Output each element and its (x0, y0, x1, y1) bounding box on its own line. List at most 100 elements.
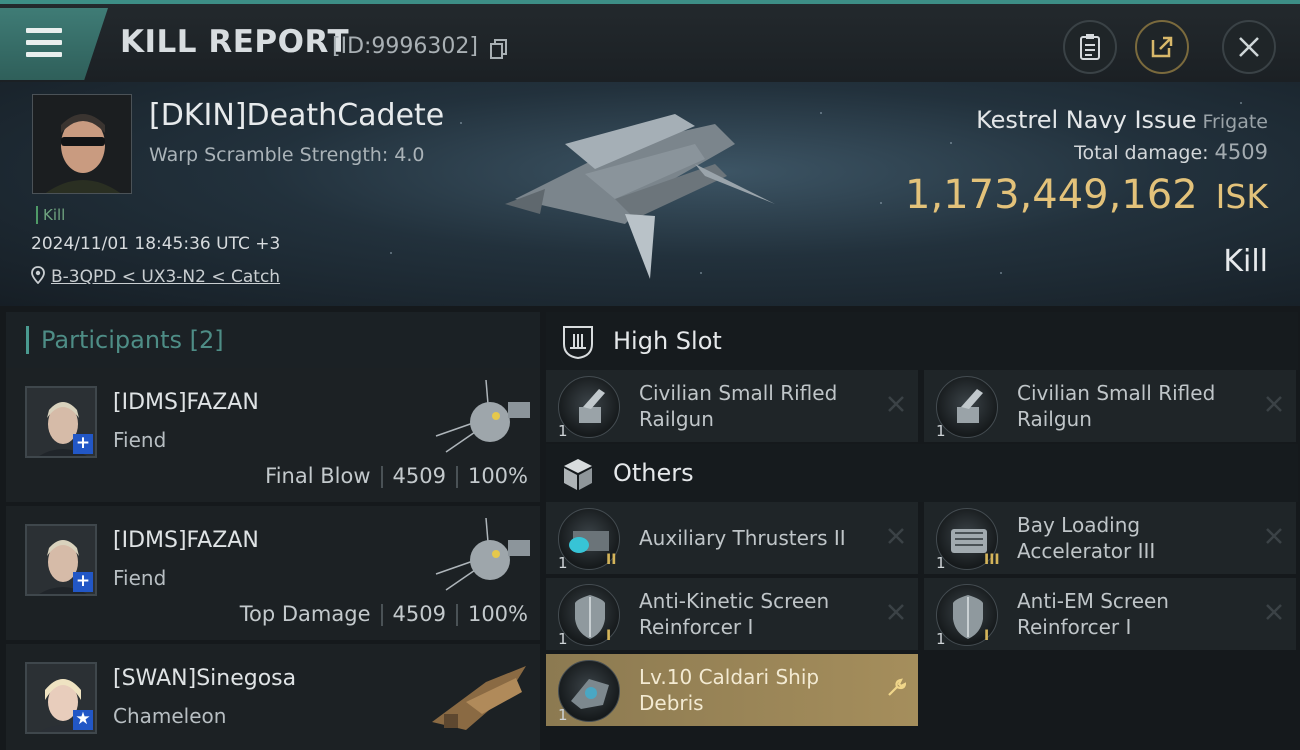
participant-percent: 100% (467, 602, 528, 626)
victim-avatar[interactable] (32, 94, 132, 194)
victim-name[interactable]: [DKIN]DeathCadete (149, 98, 444, 133)
isk-value: 1,173,449,162 ISK (905, 172, 1268, 218)
fiend-ship-icon (435, 379, 530, 453)
fiend-ship-icon (435, 517, 530, 591)
participant-card[interactable]: + [IDMS]FAZAN Fiend Final Blow 4509 100% (6, 368, 540, 502)
slot-quantity: 1 (936, 554, 946, 572)
fitting-slot[interactable]: 1 I Anti-EM Screen Reinforcer I (924, 578, 1296, 650)
slot-item-name: Civilian Small Rifled Railgun (1017, 381, 1216, 431)
participants-count: [2] (189, 326, 224, 354)
total-damage-label: Total damage: (1074, 142, 1209, 164)
participant-avatar: ★ (25, 662, 97, 734)
copy-icon[interactable] (490, 39, 508, 59)
slot-item-name: Anti-Kinetic Screen Reinforcer I (639, 589, 830, 639)
slot-quantity: 1 (936, 422, 946, 440)
result-label: Kill (1223, 244, 1268, 279)
others-label: Others (613, 459, 694, 487)
meta-level: I (984, 628, 990, 644)
others-header: Others (546, 444, 1298, 502)
share-button[interactable] (1135, 20, 1189, 74)
high-slot-header: High Slot (546, 312, 1298, 370)
slot-quantity: 1 (558, 554, 568, 572)
participant-badge: ★ (73, 710, 93, 730)
total-damage: Total damage: 4509 (1074, 140, 1268, 164)
slot-item-name: Bay Loading Accelerator III (1017, 513, 1156, 563)
fitting-slot[interactable]: 1 III Bay Loading Accelerator III (924, 502, 1296, 574)
wrench-icon[interactable] (886, 678, 906, 698)
participant-name[interactable]: [IDMS]FAZAN (113, 390, 259, 415)
share-icon (1151, 36, 1173, 58)
fitting-slot[interactable]: 1 I Anti-Kinetic Screen Reinforcer I (546, 578, 918, 650)
warp-scramble-strength: Warp Scramble Strength: 4.0 (149, 144, 425, 166)
high-slot-label: High Slot (613, 327, 722, 355)
meta-level: II (606, 552, 617, 568)
kill-tag: Kill (36, 206, 65, 224)
participants-header: Participants [2] (6, 312, 540, 368)
clipboard-button[interactable] (1063, 20, 1117, 74)
close-button[interactable] (1222, 20, 1276, 74)
participant-stats: Top Damage 4509 100% (240, 602, 528, 626)
participant-badge: + (73, 434, 93, 454)
participant-ship: Fiend (113, 428, 167, 452)
participant-stats: Final Blow 4509 100% (265, 464, 528, 488)
participant-damage: 4509 (392, 602, 446, 626)
participant-role: Final Blow (265, 464, 371, 488)
participant-ship: Fiend (113, 566, 167, 590)
report-id: [ID:9996302] (332, 34, 478, 59)
slot-item-name: Auxiliary Thrusters II (639, 526, 846, 550)
participant-name[interactable]: [IDMS]FAZAN (113, 528, 259, 553)
isk-unit: ISK (1215, 177, 1268, 216)
clipboard-icon (1080, 34, 1100, 60)
slot-quantity: 1 (936, 630, 946, 648)
hamburger-icon (26, 28, 62, 58)
top-bar: KILL REPORT [ID:9996302] (0, 0, 1300, 82)
victim-ship-image (505, 114, 775, 279)
slot-item-name: Civilian Small Rifled Railgun (639, 381, 838, 431)
high-slot-icon (563, 326, 593, 360)
participant-avatar: + (25, 386, 97, 458)
x-icon[interactable] (886, 526, 906, 546)
x-icon[interactable] (886, 602, 906, 622)
participant-damage: 4509 (392, 464, 446, 488)
participants-title: Participants (41, 326, 182, 354)
slot-quantity: 1 (558, 706, 568, 724)
participant-role: Top Damage (239, 602, 371, 626)
x-icon[interactable] (1264, 602, 1284, 622)
meta-level: III (984, 552, 1000, 568)
participant-card[interactable]: + [IDMS]FAZAN Fiend Top Damage 4509 100% (6, 506, 540, 640)
slot-item-name: Lv.10 Caldari Ship Debris (639, 665, 820, 715)
close-icon (1239, 37, 1259, 57)
kill-datetime: 2024/11/01 18:45:36 UTC +3 (31, 234, 281, 254)
victim-portrait-icon (33, 95, 131, 193)
fitting-slot[interactable]: 1 II Auxiliary Thrusters II (546, 502, 918, 574)
fitting-slot[interactable]: 1 Civilian Small Rifled Railgun (546, 370, 918, 442)
victim-banner: [DKIN]DeathCadete Warp Scramble Strength… (0, 82, 1300, 306)
kill-location[interactable]: B-3QPD < UX3-N2 < Catch (31, 266, 280, 287)
participant-name[interactable]: [SWAN]Sinegosa (113, 666, 296, 691)
participant-card[interactable]: ★ [SWAN]Sinegosa Chameleon (6, 644, 540, 750)
meta-level: I (606, 628, 612, 644)
slot-quantity: 1 (558, 422, 568, 440)
slot-item-name: Anti-EM Screen Reinforcer I (1017, 589, 1169, 639)
chameleon-ship-icon (432, 666, 526, 730)
isk-amount: 1,173,449,162 (905, 172, 1198, 218)
participant-avatar: + (25, 524, 97, 596)
participant-percent: 100% (467, 464, 528, 488)
x-icon[interactable] (1264, 526, 1284, 546)
menu-button[interactable] (0, 8, 108, 80)
participant-badge: + (73, 572, 93, 592)
slot-quantity: 1 (558, 630, 568, 648)
ship-class-text: Frigate (1202, 111, 1268, 133)
x-icon[interactable] (1264, 394, 1284, 414)
victim-ship-name: Kestrel Navy Issue Frigate (976, 106, 1268, 134)
location-link[interactable]: B-3QPD < UX3-N2 < Catch (51, 267, 280, 287)
cube-icon (564, 459, 592, 490)
x-icon[interactable] (886, 394, 906, 414)
ship-name-text[interactable]: Kestrel Navy Issue (976, 106, 1196, 134)
location-pin-icon (31, 266, 45, 285)
fitting-slot[interactable]: 1 Civilian Small Rifled Railgun (924, 370, 1296, 442)
page-title: KILL REPORT (120, 24, 350, 60)
participant-ship: Chameleon (113, 704, 227, 728)
fitting-slot-highlighted[interactable]: 1 Lv.10 Caldari Ship Debris (546, 654, 918, 726)
total-damage-value: 4509 (1214, 140, 1268, 164)
